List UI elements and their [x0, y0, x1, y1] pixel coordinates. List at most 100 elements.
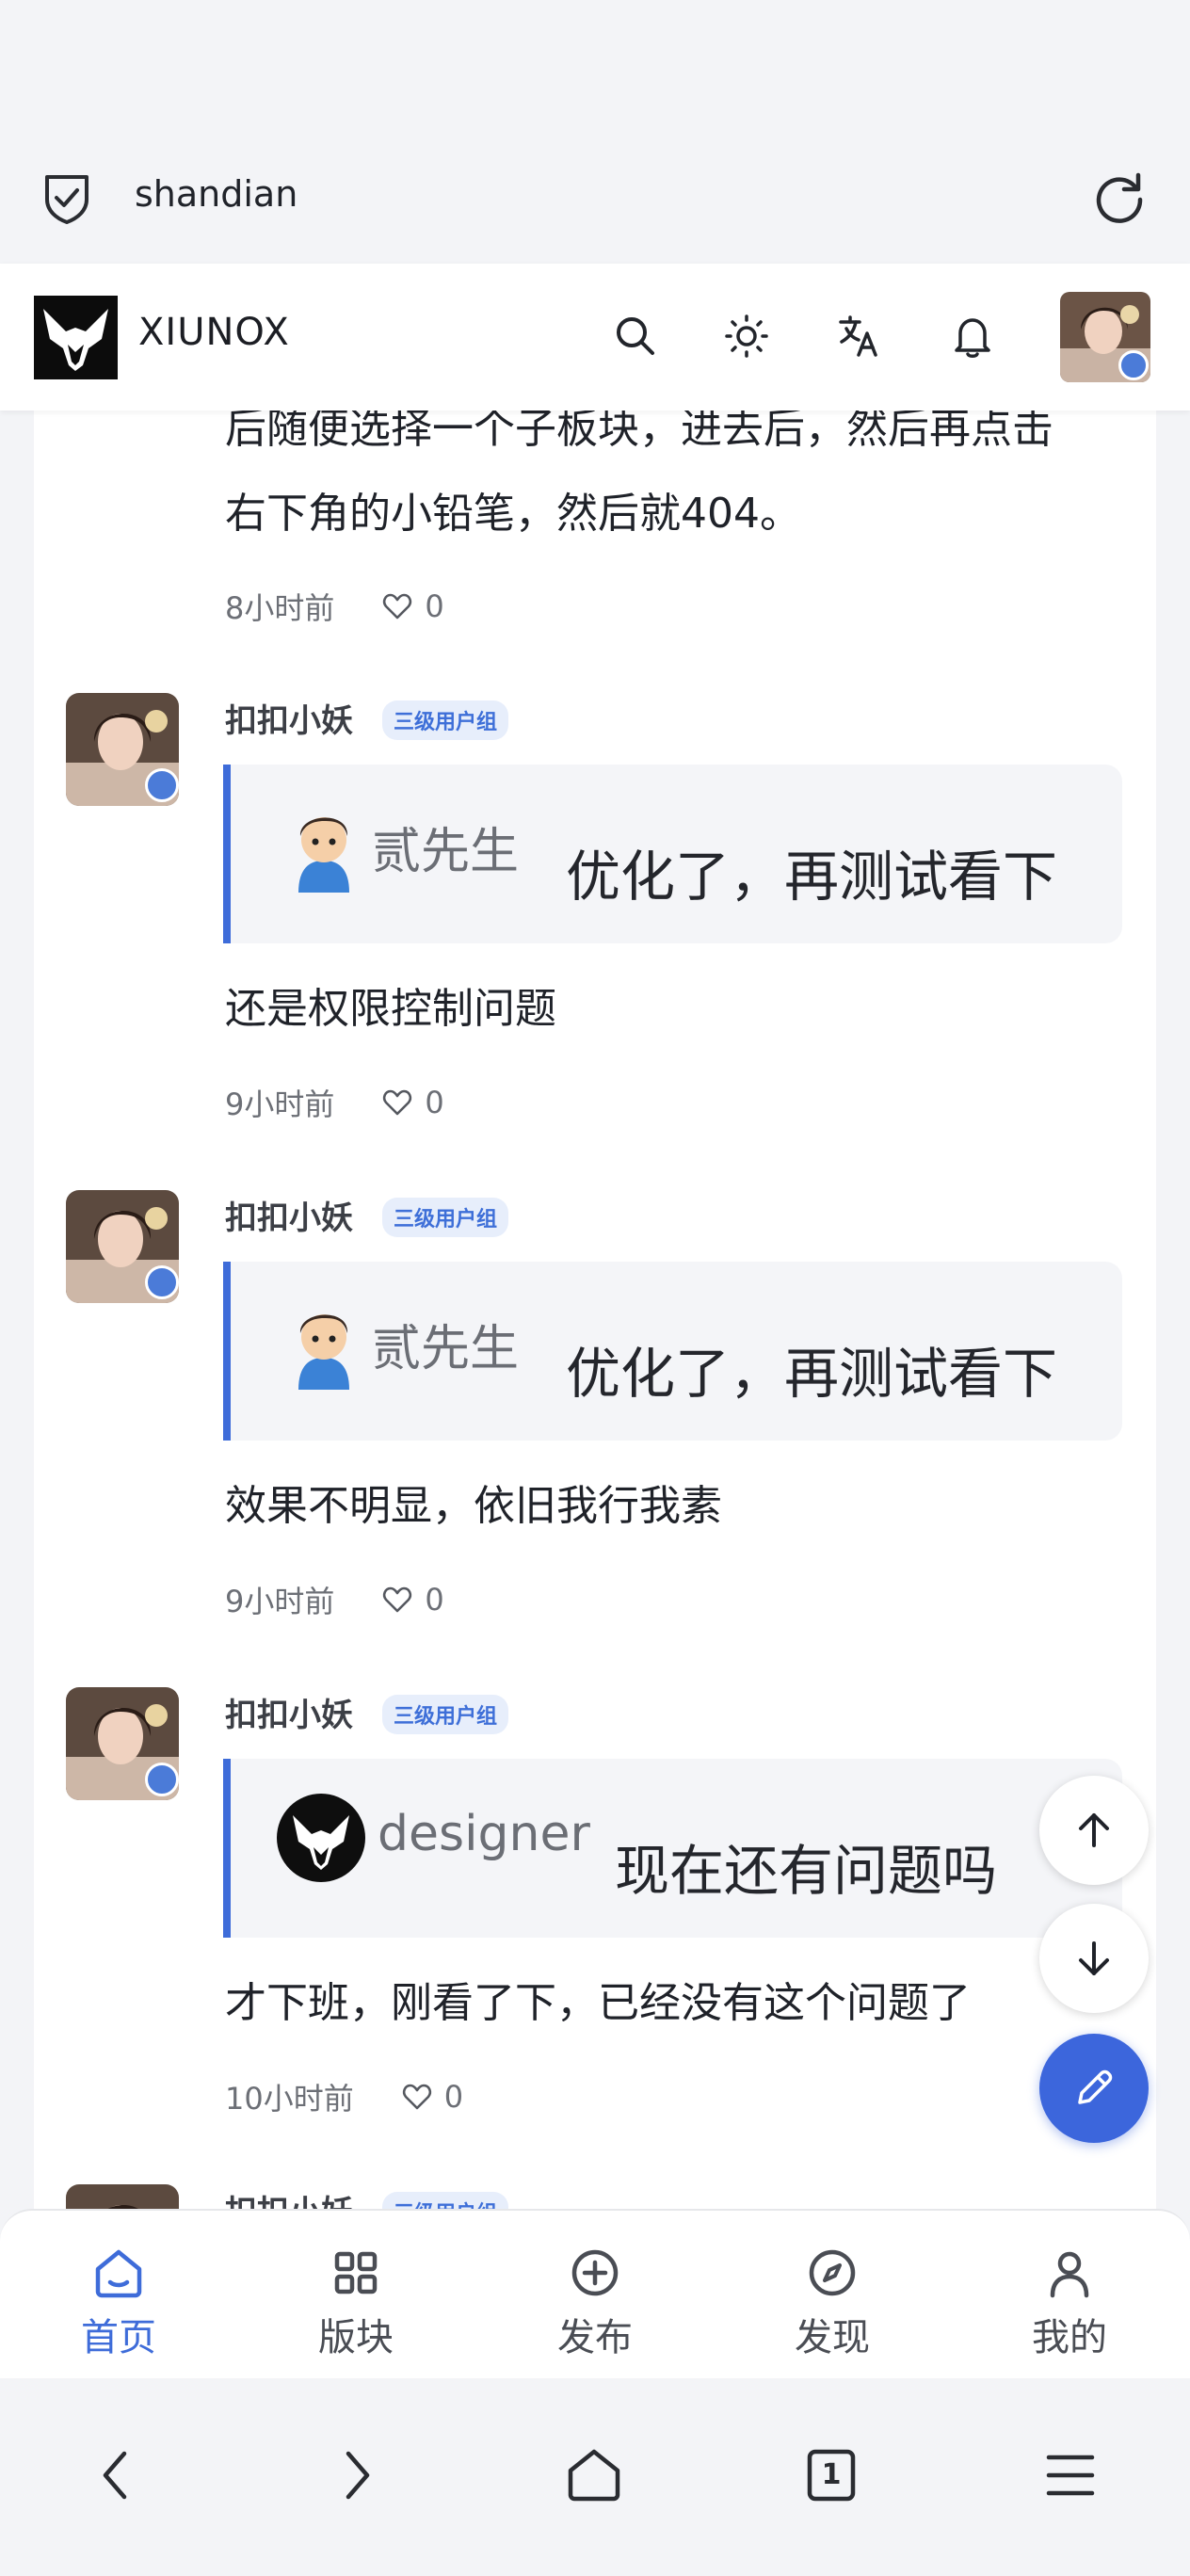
- like-count: 0: [425, 1085, 444, 1120]
- reply-body: 效果不明显，依旧我行我素: [225, 1482, 722, 1530]
- quoted-reply[interactable]: designer 现在还有问题吗: [223, 1759, 1122, 1938]
- quoted-reply[interactable]: 贰先生 优化了，再测试看下: [223, 765, 1122, 943]
- grid-icon: [334, 2251, 378, 2294]
- compose-reply-button[interactable]: [1039, 2034, 1149, 2143]
- scroll-top-button[interactable]: [1039, 1776, 1149, 1885]
- quoted-reply[interactable]: 贰先生 优化了，再测试看下: [223, 1262, 1122, 1441]
- back-icon[interactable]: [85, 2442, 151, 2508]
- pencil-icon: [1078, 2069, 1113, 2104]
- tab-home[interactable]: 首页: [43, 2245, 194, 2367]
- reply-item: 后随便选择一个子板块，进去后，然后再点击 右下角的小铅笔，然后就404。 8小时…: [34, 411, 1156, 674]
- user-group-badge: 三级用户组: [382, 700, 509, 740]
- author-name[interactable]: 扣扣小妖: [225, 1192, 353, 1238]
- reload-icon[interactable]: [1092, 169, 1147, 224]
- heart-icon: [383, 593, 412, 620]
- reply-time: 10小时前: [225, 2081, 354, 2117]
- forward-icon[interactable]: [322, 2442, 388, 2508]
- reply-item: 扣扣小妖 三级用户组: [34, 2173, 1156, 2209]
- logo-mark-icon: [43, 309, 108, 371]
- like-button[interactable]: 0: [401, 2079, 463, 2115]
- tab-count: 1: [821, 2458, 842, 2491]
- author-name[interactable]: 扣扣小妖: [225, 2186, 353, 2209]
- user-avatar[interactable]: [1060, 292, 1150, 382]
- like-button[interactable]: 0: [381, 1085, 444, 1120]
- quoted-author-name: 贰先生: [372, 824, 520, 880]
- arrow-up-icon: [1079, 1813, 1109, 1847]
- theme-sun-icon[interactable]: [723, 313, 770, 360]
- translate-icon[interactable]: [836, 313, 883, 360]
- tab-profile[interactable]: 我的: [994, 2245, 1145, 2367]
- quoted-author-avatar: [298, 1314, 349, 1390]
- tab-label: 版块: [318, 2316, 394, 2359]
- reply-item: 扣扣小妖 三级用户组 贰先生 优化了，再测试看下 还是权限控制问题 9小时前 0: [34, 682, 1156, 1171]
- user-group-badge: 三级用户组: [382, 1695, 509, 1734]
- heart-icon: [383, 1586, 412, 1613]
- reply-body: 还是权限控制问题: [225, 985, 556, 1033]
- browser-address-bar: shandian: [0, 132, 1190, 264]
- reply-meta: 9小时前 0: [225, 1578, 444, 1621]
- notification-bell-icon[interactable]: [949, 313, 996, 360]
- reply-time: 9小时前: [225, 1087, 335, 1122]
- verified-badge-icon: [145, 1265, 179, 1299]
- verified-badge-icon: [1118, 350, 1149, 380]
- arrow-down-icon: [1079, 1941, 1109, 1975]
- author-name[interactable]: 扣扣小妖: [225, 1689, 353, 1735]
- author-name[interactable]: 扣扣小妖: [225, 695, 353, 741]
- search-icon[interactable]: [612, 313, 659, 360]
- reply-body-line-2: 右下角的小铅笔，然后就404。: [225, 490, 801, 538]
- browser-nav-bar: 1: [0, 2378, 1190, 2576]
- site-header: XIUNOX: [0, 264, 1190, 411]
- reply-meta: 9小时前 0: [225, 1081, 444, 1124]
- quoted-author-name: designer: [378, 1806, 590, 1862]
- quoted-author-name: 贰先生: [372, 1321, 520, 1377]
- menu-icon[interactable]: [1037, 2442, 1103, 2508]
- avatar-photo-icon: [66, 2184, 179, 2209]
- shield-check-icon[interactable]: [41, 171, 92, 224]
- reply-item: 扣扣小妖 三级用户组 贰先生 优化了，再测试看下 效果不明显，依旧我行我素 9小…: [34, 1179, 1156, 1668]
- site-logo[interactable]: [34, 296, 118, 379]
- like-count: 0: [425, 1582, 444, 1618]
- author-avatar[interactable]: [66, 2184, 179, 2209]
- verified-badge-icon: [145, 768, 179, 802]
- reply-meta: 8小时前 0: [225, 585, 444, 628]
- quoted-text: 优化了，再测试看下: [566, 845, 1058, 909]
- tab-sections[interactable]: 版块: [281, 2245, 431, 2367]
- tab-publish[interactable]: 发布: [520, 2245, 670, 2367]
- tabs-button[interactable]: 1: [798, 2442, 864, 2508]
- reply-body-line-1: 后随便选择一个子板块，进去后，然后再点击: [225, 411, 1053, 453]
- home-icon: [95, 2249, 142, 2298]
- reply-time: 9小时前: [225, 1584, 335, 1619]
- status-bar: [0, 0, 1190, 132]
- bottom-tab-bar: 首页 版块 发布 发现 我的: [0, 2209, 1190, 2378]
- home-nav-icon[interactable]: [561, 2442, 627, 2508]
- verified-badge-icon: [145, 1763, 179, 1796]
- user-icon: [1050, 2251, 1089, 2298]
- like-count: 0: [425, 588, 444, 624]
- scroll-bottom-button[interactable]: [1039, 1904, 1149, 2013]
- tab-label: 发现: [795, 2316, 870, 2359]
- brand-name[interactable]: XIUNOX: [138, 311, 290, 354]
- url-text[interactable]: shandian: [135, 173, 298, 215]
- compass-icon: [809, 2249, 856, 2296]
- plus-circle-icon: [571, 2249, 619, 2296]
- reply-meta: 10小时前 0: [225, 2075, 463, 2118]
- like-button[interactable]: 0: [381, 1582, 444, 1618]
- like-button[interactable]: 0: [381, 588, 444, 624]
- quoted-text: 优化了，再测试看下: [566, 1342, 1058, 1406]
- quoted-author-avatar: [277, 1794, 365, 1882]
- quoted-text: 现在还有问题吗: [615, 1839, 998, 1903]
- heart-icon: [402, 2084, 431, 2110]
- reply-body: 才下班，刚看了下，已经没有这个问题了: [225, 1979, 971, 2027]
- user-group-badge: 三级用户组: [382, 1198, 509, 1237]
- heart-icon: [383, 1089, 412, 1116]
- tab-label: 我的: [1032, 2316, 1107, 2359]
- quoted-author-avatar: [298, 817, 349, 893]
- tab-discover[interactable]: 发现: [757, 2245, 908, 2367]
- tab-label: 发布: [557, 2316, 633, 2359]
- reply-list: 后随便选择一个子板块，进去后，然后再点击 右下角的小铅笔，然后就404。 8小时…: [34, 411, 1156, 2209]
- reply-time: 8小时前: [225, 590, 335, 626]
- page: shandian XIUNOX 后随便选择一个子板块，进去后，然后再点击 右下角…: [0, 0, 1190, 2576]
- user-group-badge: 三级用户组: [382, 2192, 509, 2209]
- reply-item: 扣扣小妖 三级用户组 designer 现在还有问题吗 才下班，刚看了下，已经没…: [34, 1676, 1156, 2165]
- tab-label: 首页: [81, 2316, 156, 2359]
